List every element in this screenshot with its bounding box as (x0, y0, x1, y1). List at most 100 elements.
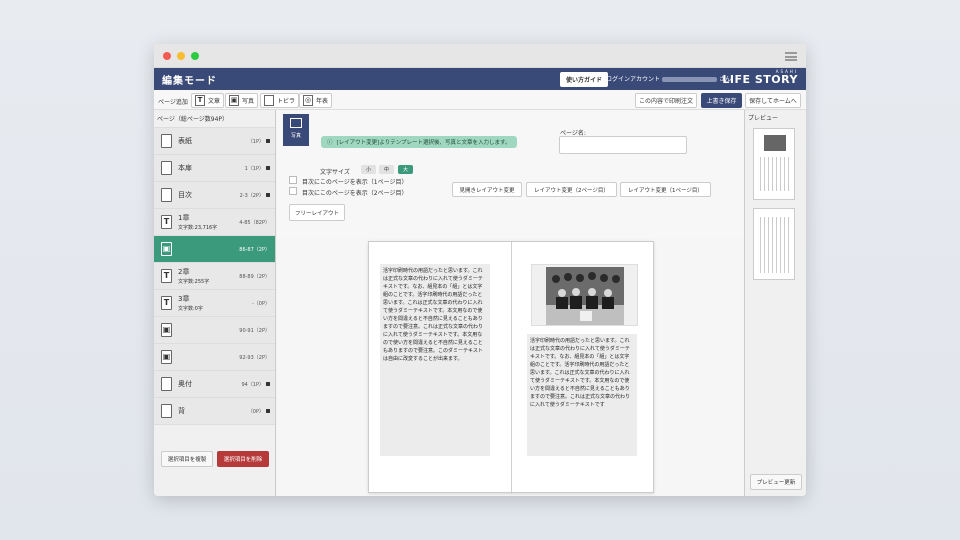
page-item-title-page[interactable]: 本扉 1（1P） (154, 155, 275, 182)
add-timeline-page-button[interactable]: ◎ 年表 (299, 93, 333, 108)
char-count: 文字数:0字 (178, 306, 203, 312)
toc-page2-checkbox[interactable] (289, 187, 297, 195)
page-item-photo-selected[interactable]: ▣ 86-87（2P） (154, 236, 275, 263)
app-header: 編集モード 使い方ガイド ログインアカウント さん ASAHI LIFE STOR… (154, 68, 806, 90)
photo-icon (290, 118, 302, 128)
page-range: 94（1P） (241, 381, 270, 388)
page-item-name: 奥付 (178, 380, 192, 388)
page-item-photo-2[interactable]: ▣ 90-91（2P） (154, 317, 275, 344)
logo-main-text: LIFE STORY (722, 73, 798, 86)
print-order-button[interactable]: この内容で印刷注文 (635, 93, 697, 108)
brand-logo: ASAHI LIFE STORY (722, 70, 798, 86)
window-chrome (154, 44, 806, 68)
lock-icon (266, 139, 270, 143)
blank-page-icon (264, 95, 274, 106)
font-size-small[interactable]: 小 (361, 165, 376, 174)
page-item-name: 1章 文字数:23,716字 (178, 213, 217, 231)
toc-page1-checkbox[interactable] (289, 176, 297, 184)
spread-spine (511, 242, 512, 494)
page-item-name: 3章文字数:0字 (178, 294, 203, 312)
thumb-photo (764, 135, 786, 151)
page-name-input[interactable] (559, 136, 687, 154)
layout-notice: ⓘ [レイアウト変更]よりテンプレート選択後、写真と文章を入力します。 (321, 136, 517, 148)
page-photo[interactable] (531, 264, 638, 326)
text-page-icon: T (161, 269, 172, 283)
preview-header: プレビュー (748, 115, 779, 122)
char-count: 文字数:23,716字 (178, 225, 218, 231)
page-range: 86-87（2P） (239, 246, 270, 253)
maximize-dot[interactable] (191, 51, 199, 60)
close-dot[interactable] (163, 51, 171, 60)
info-icon: ⓘ (327, 140, 333, 146)
page-item-name: 2章 文字数:255字 (178, 267, 209, 285)
page-range: 88-89（2P） (239, 273, 270, 280)
page-item-name: 本扉 (178, 164, 192, 172)
save-home-button[interactable]: 保存してホームへ (745, 93, 801, 108)
group-photo-image (546, 267, 624, 325)
chapter-name: 3章 (178, 295, 190, 303)
account-prefix: ログインアカウント (606, 76, 661, 83)
page-item-chapter-2[interactable]: T 2章 文字数:255字 88-89（2P） (154, 263, 275, 290)
page-item-photo-3[interactable]: ▣ 92-93（2P） (154, 344, 275, 371)
guide-button[interactable]: 使い方ガイド (560, 72, 609, 87)
preview-thumb-left[interactable] (753, 128, 795, 200)
add-text-label: 文章 (208, 98, 221, 105)
thumb-text (760, 217, 790, 273)
page-type-label: 写真 (290, 133, 301, 139)
layout-page2-button[interactable]: レイアウト変更（2ページ目） (526, 182, 617, 197)
page-range: 4-85（82P） (239, 219, 270, 226)
add-timeline-label: 年表 (316, 98, 329, 105)
add-title-label: トビラ (277, 98, 296, 105)
account-name-redacted (662, 77, 718, 82)
page-icon (161, 404, 172, 418)
page-item-colophon[interactable]: 奥付 94（1P） (154, 371, 275, 398)
font-size-large[interactable]: 大 (398, 165, 413, 174)
delete-button[interactable]: 選択項目を削除 (217, 451, 269, 467)
text-page-icon: T (161, 215, 172, 229)
photo-page-icon: ▣ (161, 242, 172, 256)
preview-thumb-right[interactable] (753, 208, 795, 280)
page-item-cover[interactable]: 表紙 （1P） (154, 128, 275, 155)
menu-icon[interactable] (785, 52, 797, 61)
page-add-label: ページ追加 (158, 99, 188, 106)
page-range: 90-91（2P） (239, 327, 270, 334)
page-icon (161, 188, 172, 202)
photo-page-icon: ▣ (161, 323, 172, 337)
minimize-dot[interactable] (177, 51, 185, 60)
thumb-text (760, 157, 790, 191)
add-title-page-button[interactable]: トビラ (260, 93, 300, 108)
page-item-toc[interactable]: 目次 2-3（2P） (154, 182, 275, 209)
toc-page1-label: 目次にこのページを表示（1ページ目） (302, 179, 408, 186)
char-count: 文字数:255字 (178, 279, 210, 285)
spread-layout-button[interactable]: 見開きレイアウト変更 (452, 182, 522, 197)
free-layout-button[interactable]: フリーレイアウト (289, 204, 345, 221)
lock-icon (266, 382, 270, 386)
text-icon: T (195, 95, 205, 106)
page-item-chapter-3[interactable]: T 3章 文字数:0字 -（0P） (154, 290, 275, 317)
layout-page1-button[interactable]: レイアウト変更（1ページ目） (620, 182, 711, 197)
add-photo-page-button[interactable]: ▣ 写真 (225, 93, 259, 108)
lock-icon (266, 166, 270, 170)
duplicate-button[interactable]: 選択項目を複製 (161, 451, 213, 467)
page-list-sidebar: ページ（総ページ数94P） 表紙 （1P） 本扉 1（1P） 目次 2-3（2P） T… (154, 110, 276, 496)
left-page-textbox[interactable]: 活字印刷時代の用語だったと思います。これは正式な文章の代わりに入れて使うダミーテ… (380, 264, 490, 456)
page-item-chapter-1[interactable]: T 1章 文字数:23,716字 4-85（82P） (154, 209, 275, 236)
add-text-page-button[interactable]: T 文章 (191, 93, 225, 108)
notice-text: [レイアウト変更]よりテンプレート選択後、写真と文章を入力します。 (336, 140, 511, 146)
sidebar-actions: 選択項目を複製 選択項目を削除 (154, 448, 275, 470)
photo-icon: ▣ (229, 95, 239, 106)
font-size-medium[interactable]: 中 (379, 165, 394, 174)
page-item-spine[interactable]: 背 （0P） (154, 398, 275, 425)
preview-update-button[interactable]: プレビュー更新 (750, 474, 802, 490)
overwrite-save-button[interactable]: 上書き保存 (701, 93, 742, 108)
page-range: -（0P） (251, 300, 270, 307)
toc-page2-label: 目次にこのページを表示（2ページ目） (302, 190, 408, 197)
editor-settings: 写真 ⓘ [レイアウト変更]よりテンプレート選択後、写真と文章を入力します。 ペー… (277, 110, 744, 238)
timeline-icon: ◎ (303, 95, 313, 106)
photo-page-icon: ▣ (161, 350, 172, 364)
lock-icon (266, 409, 270, 413)
right-page-textbox[interactable]: 活字印刷時代の用語だったと思います。これは正式な文章の代わりに入れて使うダミーテ… (527, 334, 637, 456)
page-list-header: ページ（総ページ数94P） (154, 110, 275, 128)
page-icon (161, 161, 172, 175)
page-range-text: 94（1P） (241, 381, 264, 388)
